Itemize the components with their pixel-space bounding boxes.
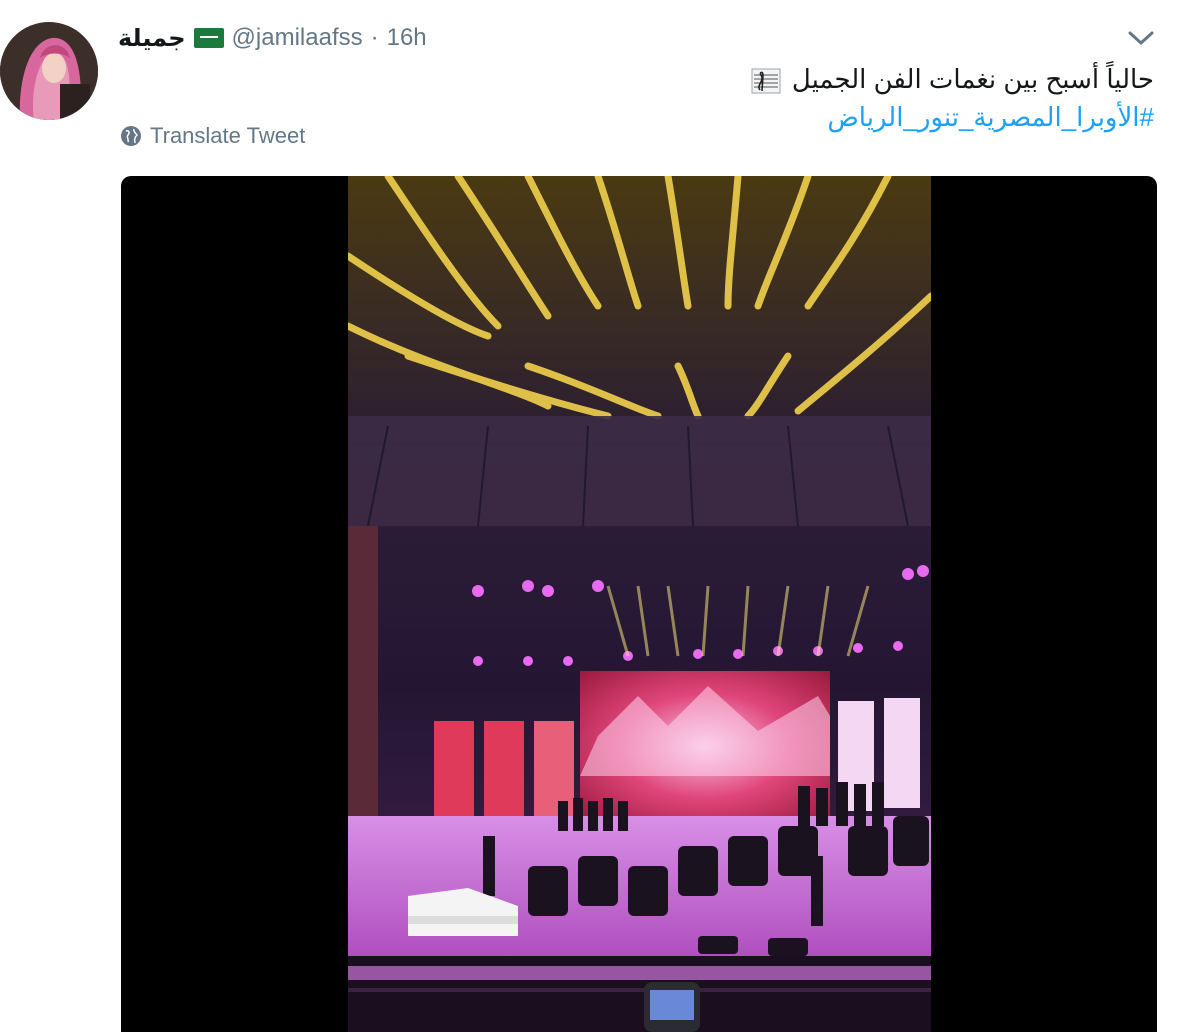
concert-video-still — [348, 176, 931, 1032]
saudi-flag-icon — [193, 28, 224, 48]
translate-tweet-button[interactable]: Translate Tweet — [120, 120, 305, 152]
globe-icon — [121, 126, 141, 146]
tweet-header: جميلة @jamilaafss · 16h — [118, 22, 427, 54]
chevron-down-icon[interactable] — [1126, 28, 1156, 48]
avatar-image — [0, 22, 98, 120]
translate-label: Translate Tweet — [150, 123, 306, 148]
tweet-card: جميلة @jamilaafss · 16h حالياً أسبح بين … — [0, 0, 1200, 1032]
hashtag-link[interactable]: #الأوبرا_المصرية_تنور_الرياض — [827, 102, 1154, 132]
separator-dot: · — [370, 24, 379, 51]
video-player[interactable] — [121, 176, 1157, 1032]
display-name[interactable]: جميلة — [118, 24, 186, 53]
musical-score-icon — [751, 68, 781, 94]
video-frame — [348, 176, 931, 1032]
user-handle[interactable]: @jamilaafss — [232, 24, 363, 52]
timestamp[interactable]: 16h — [387, 24, 427, 52]
tweet-text: حالياً أسبح بين نغمات الفن الجميل #الأوب… — [434, 60, 1154, 136]
tweet-text-body: حالياً أسبح بين نغمات الفن الجميل — [791, 64, 1154, 94]
avatar[interactable] — [0, 22, 98, 120]
